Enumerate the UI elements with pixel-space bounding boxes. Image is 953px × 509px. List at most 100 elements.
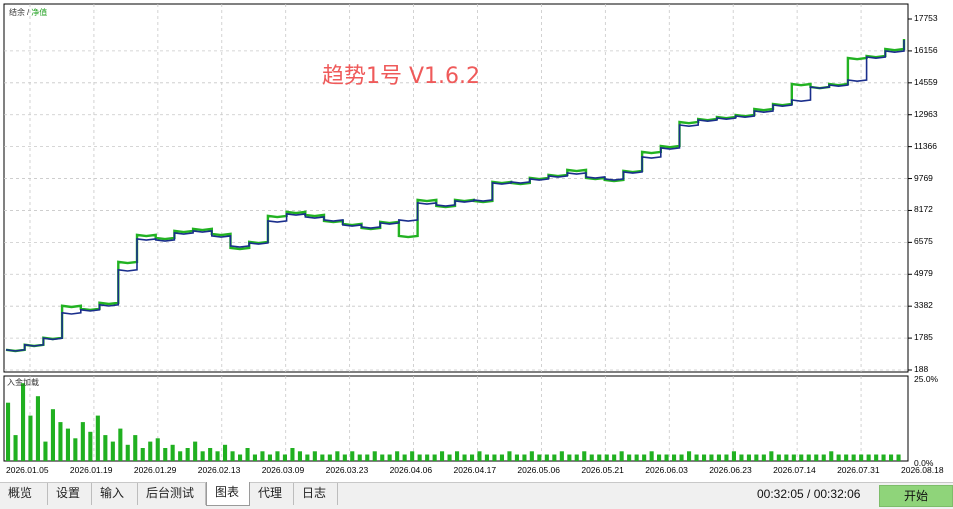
volume-bar <box>357 454 362 461</box>
volume-bar <box>844 454 849 461</box>
volume-bar <box>866 454 871 461</box>
volume-bar <box>58 422 63 461</box>
x-tick-label: 2026.02.13 <box>197 465 241 475</box>
tab-backtest[interactable]: 后台测试 <box>138 483 206 505</box>
y-tick-label: 1785 <box>914 332 933 343</box>
volume-bar <box>769 451 774 461</box>
x-tick-label: 2026.04.06 <box>389 465 433 475</box>
volume-bar <box>13 435 18 461</box>
volume-bar <box>881 454 886 461</box>
volume-bar <box>410 451 415 461</box>
tab-agents[interactable]: 代理 <box>250 483 294 505</box>
y-tick-label: 14559 <box>914 76 938 87</box>
volume-bar <box>80 422 85 461</box>
chart-area: 结余 / 净值 趋势1号 V1.6.2 入金加载 17753 16156 14559 12… <box>0 0 953 482</box>
volume-bar <box>28 415 33 461</box>
tab-settings[interactable]: 设置 <box>48 483 92 505</box>
volume-bar <box>387 454 392 461</box>
volume-bar <box>170 444 175 461</box>
volume-bar <box>455 451 460 461</box>
volume-bar <box>245 448 250 461</box>
legend-balance: 结余 <box>9 8 25 17</box>
volume-bar <box>327 454 332 461</box>
volume-bar <box>776 454 781 461</box>
y-tick-label: 12963 <box>914 108 938 119</box>
volume-bar <box>537 454 542 461</box>
x-tick-label: 2026.06.03 <box>645 465 688 475</box>
x-tick-label: 2026.01.05 <box>6 465 49 475</box>
volume-bar <box>335 451 340 461</box>
x-tick-label: 2026.04.17 <box>453 465 497 475</box>
volume-bar <box>185 448 190 461</box>
legend-separator: / <box>27 8 30 17</box>
legend-equity: 净值 <box>31 8 48 17</box>
y-tick-label: 16156 <box>914 44 938 55</box>
volume-bar <box>552 454 557 461</box>
volume-bar <box>372 451 377 461</box>
volume-bar <box>395 451 400 461</box>
volume-bar <box>342 454 347 461</box>
y-tick-label: 11366 <box>914 140 938 151</box>
volume-bar <box>559 451 564 461</box>
volume-bar <box>148 441 153 461</box>
strategy-watermark: 趋势1号 V1.6.2 <box>322 64 481 89</box>
volume-bar <box>619 451 624 461</box>
volume-bar <box>507 451 512 461</box>
volume-bar <box>522 454 527 461</box>
volume-bar <box>679 454 684 461</box>
volume-bar <box>604 454 609 461</box>
x-tick-label: 2026.01.29 <box>133 465 177 475</box>
y-tick-label: 4979 <box>914 268 933 279</box>
volume-bar <box>425 454 430 461</box>
volume-bar <box>447 454 452 461</box>
volume-bar <box>664 454 669 461</box>
tab-journal[interactable]: 日志 <box>294 483 338 505</box>
volume-bar <box>529 451 534 461</box>
volume-bar <box>125 444 130 461</box>
sub-y-tick-label: 25.0% <box>914 374 939 384</box>
volume-bar <box>634 454 639 461</box>
tab-chart[interactable]: 图表 <box>206 482 250 506</box>
volume-bar <box>492 454 497 461</box>
x-tick-label: 2026.05.21 <box>581 465 624 475</box>
volume-bar <box>709 454 714 461</box>
volume-bar <box>799 454 804 461</box>
volume-bar <box>761 454 766 461</box>
volume-bar <box>470 454 475 461</box>
volume-bar <box>642 454 647 461</box>
x-tick-label: 2026.08.18 <box>901 465 944 475</box>
volume-bar <box>365 454 370 461</box>
start-button[interactable]: 开始 <box>879 485 953 507</box>
volume-bar <box>193 441 198 461</box>
volume-bar <box>103 435 108 461</box>
volume-bar <box>200 451 205 461</box>
tab-overview[interactable]: 概览 <box>0 483 48 505</box>
volume-bar <box>88 431 93 461</box>
tab-inputs[interactable]: 输入 <box>92 483 138 505</box>
volume-bar <box>612 454 617 461</box>
volume-bar <box>806 454 811 461</box>
volume-bar <box>574 454 579 461</box>
volume-bar <box>402 454 407 461</box>
volume-bar <box>133 435 138 461</box>
volume-bar <box>118 428 123 461</box>
volume-bar <box>215 451 220 461</box>
volume-bar <box>223 444 228 461</box>
bottom-tab-bar: 概览 设置 输入 后台测试 图表 代理 日志 00:32:05 / 00:32:… <box>0 482 953 509</box>
volume-bar <box>21 383 26 461</box>
sub-plot-frame <box>3 375 909 462</box>
x-tick-label: 2026.03.09 <box>261 465 305 475</box>
volume-bar <box>260 451 265 461</box>
x-tick-label: 2026.05.06 <box>517 465 560 475</box>
volume-bar <box>589 454 594 461</box>
volume-bar <box>43 441 48 461</box>
x-tick-label: 2026.07.14 <box>773 465 816 475</box>
volume-bar <box>597 454 602 461</box>
y-tick-label: 3382 <box>914 300 933 311</box>
volume-bar <box>731 451 736 461</box>
volume-bar <box>829 451 834 461</box>
volume-bar <box>896 454 901 461</box>
volume-bar <box>567 454 572 461</box>
volume-bar <box>282 454 287 461</box>
volume-bar <box>208 448 213 461</box>
